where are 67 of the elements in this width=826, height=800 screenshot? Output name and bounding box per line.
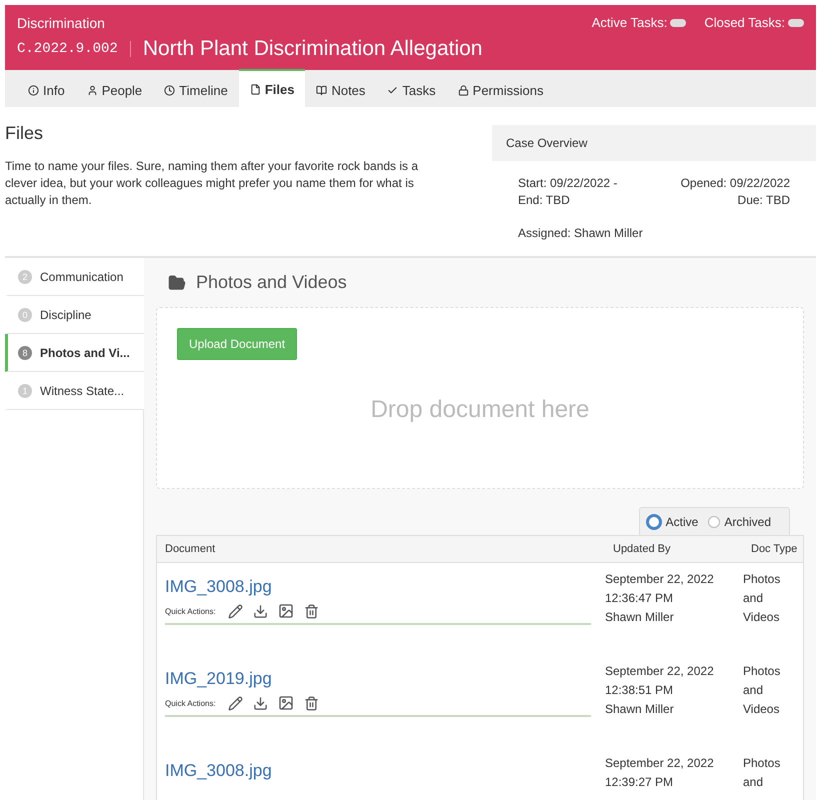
radio-label: Active [666, 515, 698, 529]
tab[interactable]: Notes [305, 71, 376, 107]
lock-icon [458, 84, 469, 96]
document-link[interactable]: IMG_3008.jpg [165, 761, 272, 781]
category-label: Photos and Vi... [40, 346, 130, 360]
doc-type: Photos and [743, 755, 782, 791]
document-link[interactable]: IMG_3008.jpg [165, 577, 272, 597]
radio-label: Archived [724, 515, 771, 529]
intro-text: Time to name your files. Sure, naming them after your favorite rock bands is a clever idea, but your work colleagues might prefer you name them for what is actually in them. [5, 158, 420, 209]
info-icon [28, 84, 39, 96]
updated-date: September 22, 2022 [605, 755, 715, 772]
updated-time: 12:36:47 PM [605, 590, 674, 607]
assigned-to: Assigned: Shawn Miller [518, 225, 644, 242]
category-label: Discipline [40, 308, 92, 322]
image-button[interactable] [278, 603, 294, 619]
quick-actions-label: Quick Actions: [165, 606, 216, 616]
delete-button[interactable] [304, 604, 319, 618]
tab[interactable]: Tasks [376, 71, 447, 107]
column-header: Doc Type [743, 536, 803, 563]
tab[interactable]: People [76, 71, 154, 107]
doc-type: Photos and Videos [743, 571, 782, 626]
updated-date: September 22, 2022 [605, 571, 715, 588]
updated-date: September 22, 2022 [605, 663, 715, 680]
case-title: North Plant Discrimination Allegation [142, 37, 482, 61]
file-icon [250, 84, 261, 94]
date-range: Start: 09/22/2022 - End: TBD [518, 175, 618, 209]
folder-icon [168, 274, 186, 292]
check-icon [387, 84, 398, 96]
drop-hint: Drop document here [370, 396, 590, 424]
document-link[interactable]: IMG_2019.jpg [165, 669, 272, 689]
radio-button[interactable] [708, 516, 720, 528]
case-number: C.2022.9.002 [17, 41, 131, 57]
clock-icon [164, 84, 176, 96]
case-category: Discrimination [17, 15, 106, 31]
category-label: Witness State... [40, 384, 124, 398]
user-icon [86, 84, 98, 96]
overview-title: Case Overview [492, 125, 816, 161]
tab[interactable]: Timeline [153, 71, 239, 107]
delete-button[interactable] [304, 696, 319, 710]
edit-button[interactable] [228, 604, 243, 618]
task-label: Closed Tasks: [704, 15, 785, 30]
folder-title: Photos and Videos [196, 272, 347, 293]
updated-time: 12:39:27 PM [605, 774, 674, 791]
tab[interactable]: Files [238, 69, 306, 107]
section-heading: Files [5, 123, 44, 144]
updated-by: Shawn Miller [605, 701, 675, 718]
task-label: Active Tasks: [592, 15, 668, 30]
updated-time: 12:38:51 PM [605, 682, 674, 699]
tab[interactable]: Info [17, 71, 76, 107]
column-header: Document [157, 536, 605, 563]
radio-button[interactable] [646, 514, 662, 530]
count-badge: 8 [18, 346, 32, 360]
book-icon [316, 84, 328, 96]
opened-due-dates: Opened: 09/22/2022 Due: TBD [680, 175, 790, 209]
task-count-pill [788, 18, 804, 26]
tab[interactable]: Permissions [446, 71, 554, 107]
quick-actions-label: Quick Actions: [165, 698, 216, 708]
doc-type: Photos and Videos [743, 663, 782, 718]
download-button[interactable] [252, 696, 268, 710]
category-label: Communication [40, 270, 124, 284]
updated-by: Shawn Miller [605, 609, 675, 626]
category-item[interactable]: 8 Photos and Vi... [5, 334, 144, 372]
edit-button[interactable] [228, 696, 243, 710]
download-button[interactable] [252, 604, 268, 618]
image-button[interactable] [278, 695, 294, 711]
column-header: Updated By [605, 536, 743, 563]
task-count-pill [670, 18, 686, 26]
